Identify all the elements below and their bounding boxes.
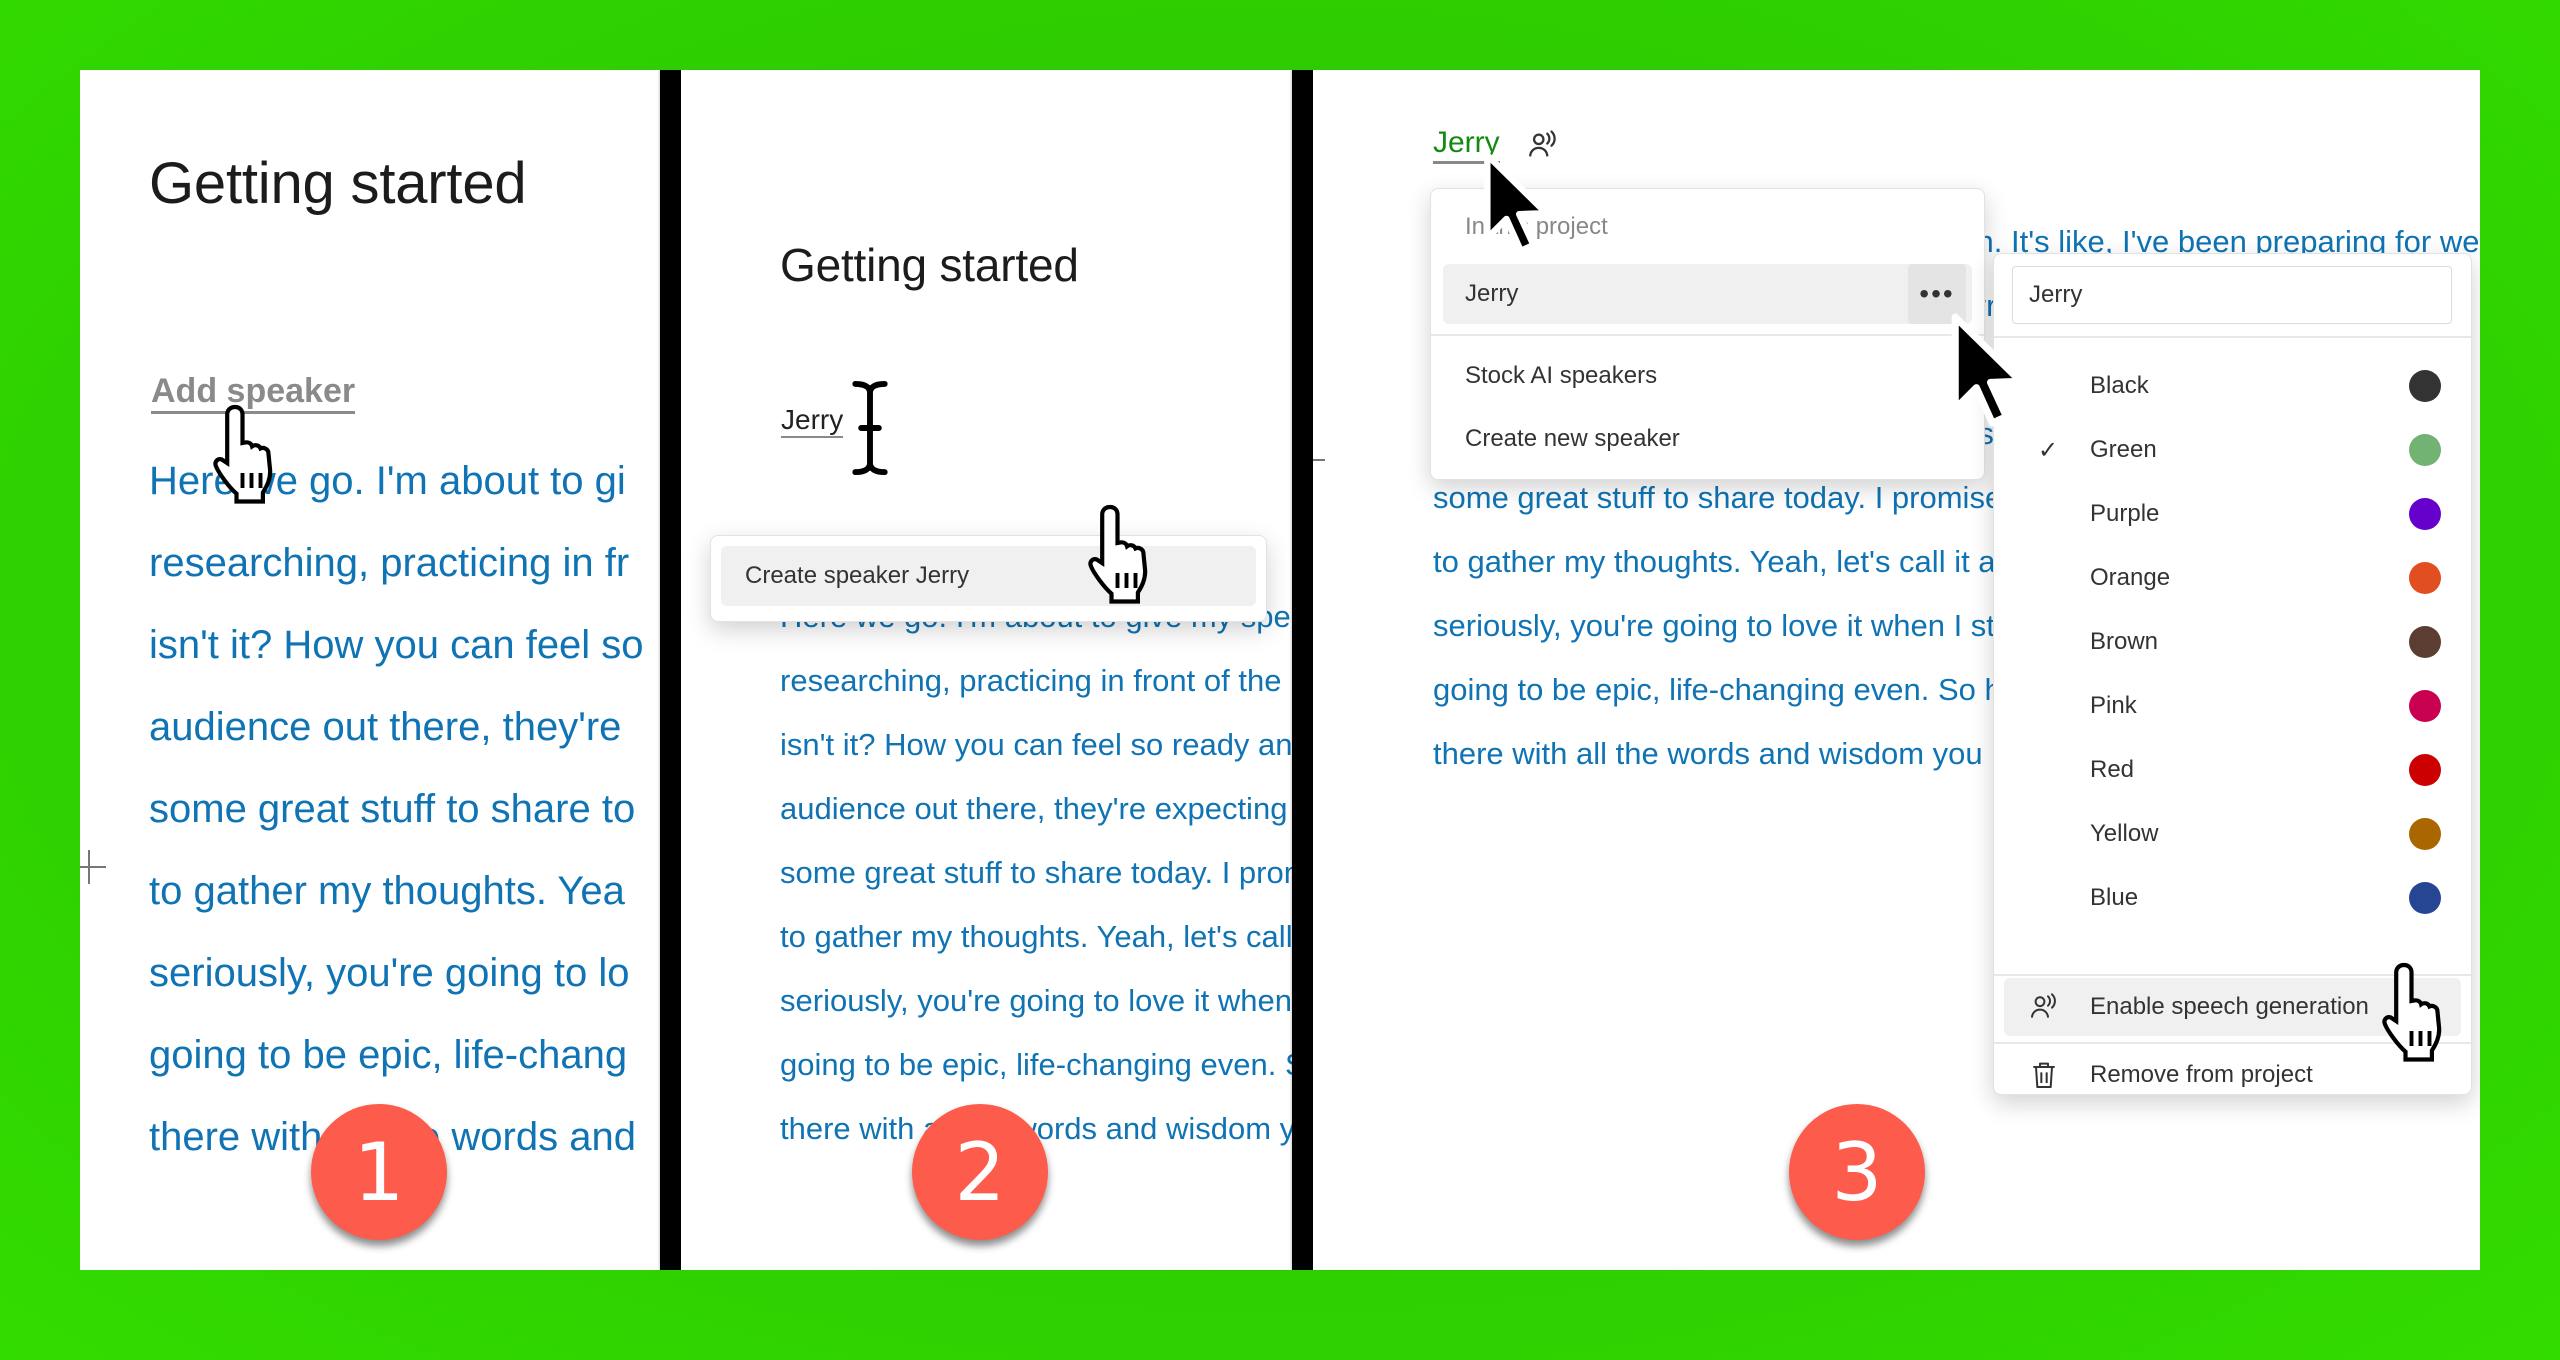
transcript-line: Here we go. I'm about to gi — [149, 459, 626, 503]
menu-item-stock-ai-speakers[interactable]: Stock AI speakers — [1443, 346, 1972, 406]
trash-icon — [2033, 1062, 2055, 1088]
transcript-line: audience out there, they're expecting w — [780, 791, 1292, 826]
add-speaker-button[interactable]: Add speaker — [151, 372, 356, 415]
menu-item-label: Create new speaker — [1465, 425, 1680, 452]
speaker-name-field[interactable] — [2012, 266, 2452, 324]
panel-divider — [660, 70, 681, 1270]
page-title: Getting started — [149, 151, 527, 216]
menu-item-label: Stock AI speakers — [1465, 362, 1658, 389]
remove-from-project-button[interactable]: Remove from project — [2004, 1046, 2461, 1104]
color-option-label: Green — [2090, 436, 2157, 463]
color-option-label: Pink — [2090, 692, 2137, 719]
ellipsis-icon: ••• — [1919, 278, 1955, 309]
color-swatch — [2409, 562, 2441, 594]
transcript-line: seriously, you're going to lo — [149, 951, 630, 995]
color-option-label: Blue — [2090, 884, 2139, 911]
color-option-purple[interactable]: Purple — [1994, 482, 2471, 546]
speaker-item-label: Jerry — [1465, 280, 1519, 307]
color-option-yellow[interactable]: Yellow — [1994, 802, 2471, 866]
more-options-button[interactable]: ••• — [1908, 264, 1966, 324]
color-option-brown[interactable]: Brown — [1994, 610, 2471, 674]
color-option-black[interactable]: Black — [1994, 354, 2471, 418]
color-option-red[interactable]: Red — [1994, 738, 2471, 802]
action-label: Remove from project — [2090, 1061, 2313, 1088]
panel-divider — [1292, 70, 1313, 1270]
page-title: Getting started — [780, 239, 1079, 291]
color-swatch — [2409, 434, 2441, 466]
transcript-line: seriously, you're going to love it when … — [780, 983, 1292, 1018]
step-2-panel: Getting started Jerry Here we go. I'm ab… — [681, 70, 1292, 1270]
transcript-line: researching, practicing in fr — [149, 541, 630, 585]
color-option-label: Brown — [2090, 628, 2159, 655]
speaker-picker-menu: In this project Jerry ••• Stock AI speak… — [1430, 188, 1985, 480]
step-badge-2: 2 — [912, 1104, 1048, 1240]
speaker-options-menu: Black ✓ Green Purple Orange Brown Pink Red Yello… — [1993, 253, 2472, 1095]
checkmark-icon: ✓ — [2038, 436, 2059, 464]
add-block-plus-icon[interactable] — [80, 850, 106, 884]
color-option-pink[interactable]: Pink — [1994, 674, 2471, 738]
create-speaker-popup: Create speaker Jerry — [710, 535, 1267, 622]
create-speaker-option[interactable]: Create speaker Jerry — [721, 546, 1256, 606]
color-option-label: Orange — [2090, 564, 2171, 591]
color-option-orange[interactable]: Orange — [1994, 546, 2471, 610]
color-swatch — [2409, 882, 2441, 914]
transcript-line: some great stuff to share today. I promi — [780, 855, 1292, 890]
color-option-blue[interactable]: Blue — [1994, 866, 2471, 930]
transcript-line: isn't it? How you can feel so — [149, 623, 644, 667]
color-swatch — [2409, 626, 2441, 658]
text-ibeam-cursor-icon — [848, 378, 892, 478]
speaker-item-jerry[interactable]: Jerry ••• — [1443, 264, 1972, 324]
menu-item-create-new-speaker[interactable]: Create new speaker — [1443, 409, 1972, 469]
color-swatch — [2409, 370, 2441, 402]
menu-divider — [1994, 1042, 2471, 1044]
transcript-line: isn't it? How you can feel so ready and … — [780, 727, 1292, 762]
step-badge-1: 1 — [311, 1104, 447, 1240]
speaker-label[interactable]: Jerry — [1433, 126, 1500, 164]
color-swatch — [2409, 690, 2441, 722]
action-label: Enable speech generation — [2090, 993, 2369, 1020]
color-option-label: Purple — [2090, 500, 2160, 527]
transcript-line: going to be epic, life-changing even. Sc — [780, 1047, 1292, 1082]
transcript-line: to gather my thoughts. Yea — [149, 869, 625, 913]
transcript-text: Here we go. I'm about to gi researching,… — [149, 440, 644, 1178]
color-option-green[interactable]: ✓ Green — [1994, 418, 2471, 482]
menu-divider — [1994, 974, 2471, 976]
color-swatch — [2409, 498, 2441, 530]
section-header-in-this-project: In this project — [1465, 213, 1608, 240]
tutorial-frame: Getting started Add speaker Here we go. … — [80, 70, 2480, 1270]
transcript-line: going to be epic, life-chang — [149, 1033, 628, 1077]
speaker-name-input[interactable]: Jerry — [781, 404, 844, 439]
transcript-text: Here we go. I'm about to give my spee re… — [780, 585, 1292, 1161]
step-1-panel: Getting started Add speaker Here we go. … — [80, 70, 660, 1270]
color-option-label: Black — [2090, 372, 2149, 399]
transcript-line: to gather my thoughts. Yeah, let's call … — [780, 919, 1292, 954]
color-swatch — [2409, 754, 2441, 786]
block-handle-icon — [1313, 459, 1325, 461]
menu-divider — [1994, 336, 2471, 338]
menu-divider — [1431, 334, 1984, 336]
transcript-line: audience out there, they're — [149, 705, 622, 749]
step-badge-3: 3 — [1789, 1104, 1925, 1240]
transcript-line: some great stuff to share to — [149, 787, 636, 831]
speech-person-icon[interactable] — [1526, 128, 1560, 162]
transcript-line: researching, practicing in front of the … — [780, 663, 1292, 698]
color-option-label: Yellow — [2090, 820, 2159, 847]
color-option-label: Red — [2090, 756, 2135, 783]
speech-person-icon — [2031, 993, 2056, 1018]
color-swatch — [2409, 818, 2441, 850]
step-3-panel: Jerry Here we go. I'm about to give my s… — [1313, 70, 2480, 1270]
enable-speech-generation-button[interactable]: Enable speech generation — [2004, 978, 2461, 1036]
